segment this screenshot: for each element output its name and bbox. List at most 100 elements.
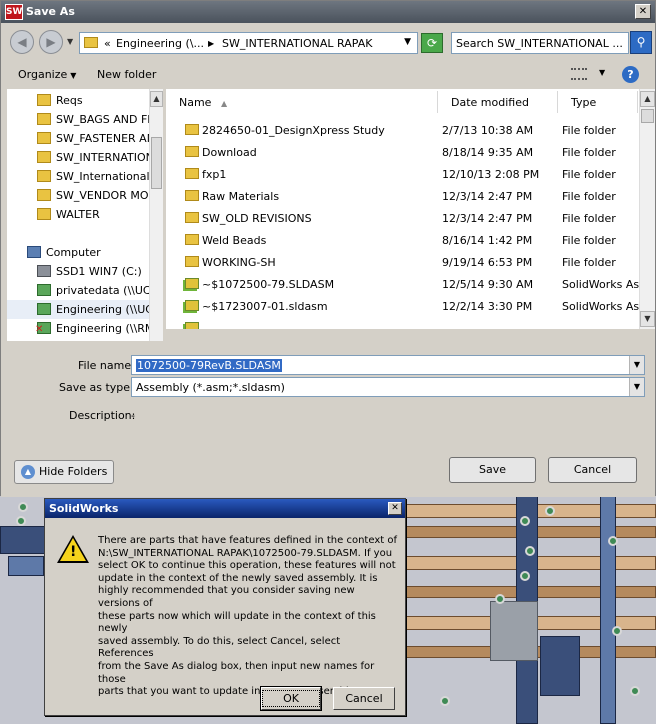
navigation-pane: Reqs SW_BAGS AND FIT SW_FASTENER AN SW_I… [7, 89, 163, 341]
navigation-bar: ◀ ▶ ▼ « Engineering (\... ▶ SW_INTERNATI… [1, 25, 655, 61]
folder-icon [185, 168, 199, 179]
chevron-down-icon[interactable]: ▼ [629, 378, 644, 396]
view-options-icon[interactable] [571, 68, 587, 80]
file-date: 12/2/14 3:30 PM [442, 300, 533, 313]
scroll-thumb[interactable] [641, 109, 654, 123]
chevron-down-icon[interactable]: ▼ [629, 356, 644, 374]
file-row[interactable]: fxp1 12/10/13 2:08 PM File folder [166, 163, 636, 185]
nav-item-reqs[interactable]: Reqs [7, 91, 149, 110]
file-row[interactable]: Weld Beads 8/16/14 1:42 PM File folder [166, 229, 636, 251]
file-name-input[interactable]: 1072500-79RevB.SLDASM ▼ [131, 355, 645, 375]
file-type: File folder [562, 190, 616, 203]
file-name: Download [202, 146, 257, 159]
scroll-up-icon[interactable]: ▲ [640, 91, 655, 107]
help-icon[interactable]: ? [622, 66, 639, 83]
scroll-up-icon[interactable]: ▲ [150, 91, 163, 107]
breadcrumb-engineering[interactable]: Engineering (\... [116, 37, 204, 50]
assembly-file-icon [185, 322, 199, 329]
nav-item-label: SW_FASTENER AN [56, 132, 149, 145]
message-cancel-button[interactable]: Cancel [333, 687, 395, 710]
file-type: File folder [562, 212, 616, 225]
close-button[interactable]: ✕ [388, 502, 402, 515]
file-name: Weld Beads [202, 234, 267, 247]
description-label: Description: [69, 409, 136, 422]
hide-folders-button[interactable]: ▲ Hide Folders [14, 460, 115, 484]
bolt [520, 571, 530, 581]
bolt [608, 536, 618, 546]
nav-item-label: Engineering (\\RMC [56, 322, 149, 335]
file-date: 8/18/14 9:35 AM [442, 146, 534, 159]
column-header-name[interactable]: Name ▲ [166, 91, 438, 113]
folder-icon [185, 146, 199, 157]
file-row[interactable]: ~$1072500-79.SLDASM 12/5/14 9:30 AM Soli… [166, 273, 652, 295]
close-button[interactable]: ✕ [635, 4, 651, 19]
message-text: There are parts that have features defin… [98, 535, 397, 698]
forward-button[interactable]: ▶ [39, 30, 63, 54]
nav-item-privatedata[interactable]: privatedata (\\UCF [7, 281, 149, 300]
file-name: 2824650-01_DesignXpress Study [202, 124, 385, 137]
save-as-type-select[interactable]: Assembly (*.asm;*.sldasm) ▼ [131, 377, 645, 397]
breadcrumb-chevron-icon[interactable]: ▶ [208, 39, 214, 48]
nav-item-sw-vendor[interactable]: SW_VENDOR MODE [7, 186, 149, 205]
folder-icon [37, 113, 51, 125]
file-row[interactable]: WORKING-SH 9/19/14 6:53 PM File folder [166, 251, 636, 273]
folder-icon [185, 190, 199, 201]
bolt [520, 516, 530, 526]
ok-button[interactable]: OK [260, 686, 322, 711]
search-input[interactable]: Search SW_INTERNATIONAL ... [451, 32, 629, 54]
folder-icon [37, 189, 51, 201]
nav-item-sw-international[interactable]: SW_INTERNATION [7, 148, 149, 167]
warning-exclamation-icon: ! [70, 544, 77, 560]
nav-item-engineering-rmc[interactable]: ✕ Engineering (\\RMC [7, 319, 149, 338]
nav-item-sw-bags[interactable]: SW_BAGS AND FIT [7, 110, 149, 129]
mounting-plate [490, 601, 538, 661]
cancel-button[interactable]: Cancel [548, 457, 637, 483]
refresh-icon[interactable]: ⟳ [421, 33, 443, 53]
address-dropdown-icon[interactable]: ▼ [404, 37, 411, 47]
scroll-down-icon[interactable]: ▼ [640, 311, 655, 327]
breadcrumb-sw-international[interactable]: SW_INTERNATIONAL RAPAK [222, 37, 372, 50]
chevron-down-icon: ▼ [70, 71, 77, 80]
file-type: File folder [562, 124, 616, 137]
command-toolbar: Organize ▼ New folder ▼ ? [1, 63, 655, 87]
scroll-thumb[interactable] [151, 137, 162, 189]
nav-item-engineering-ucf[interactable]: Engineering (\\UCF [7, 300, 149, 319]
nav-pane-scrollbar[interactable]: ▲ [149, 89, 163, 341]
frame-rail [0, 526, 50, 554]
address-bar[interactable]: « Engineering (\... ▶ SW_INTERNATIONAL R… [79, 32, 418, 54]
nav-item-sw-international-f[interactable]: SW_International F [7, 167, 149, 186]
save-button[interactable]: Save [449, 457, 536, 483]
file-list-scrollbar[interactable]: ▲ ▼ [639, 89, 655, 329]
file-row[interactable]: 2824650-01_DesignXpress Study 2/7/13 10:… [166, 119, 636, 141]
file-row[interactable]: Download 8/18/14 9:35 AM File folder [166, 141, 636, 163]
file-date: 12/5/14 9:30 AM [442, 278, 534, 291]
new-folder-button[interactable]: New folder [97, 68, 156, 81]
file-row-partial[interactable] [166, 317, 636, 329]
nav-item-label: Reqs [56, 94, 83, 107]
nav-item-label: privatedata (\\UCF [56, 284, 149, 297]
column-header-type[interactable]: Type [558, 91, 638, 113]
column-header-date-modified[interactable]: Date modified [438, 91, 558, 113]
nav-item-walter[interactable]: WALTER [7, 205, 149, 224]
file-name: fxp1 [202, 168, 227, 181]
file-row[interactable]: Raw Materials 12/3/14 2:47 PM File folde… [166, 185, 636, 207]
nav-item-sw-fastener[interactable]: SW_FASTENER AN [7, 129, 149, 148]
file-name: SW_OLD REVISIONS [202, 212, 312, 225]
view-dropdown-icon[interactable]: ▼ [599, 68, 605, 77]
history-dropdown-icon[interactable]: ▼ [67, 37, 73, 46]
search-icon[interactable]: ⚲ [630, 31, 652, 54]
back-button[interactable]: ◀ [10, 30, 34, 54]
file-row[interactable]: SW_OLD REVISIONS 12/3/14 2:47 PM File fo… [166, 207, 636, 229]
hide-folders-label: Hide Folders [39, 465, 108, 478]
file-row[interactable]: ~$1723007-01.sldasm 12/2/14 3:30 PM Soli… [166, 295, 652, 317]
nav-item-label: SW_International F [56, 170, 149, 183]
nav-item-computer[interactable]: Computer [7, 243, 149, 262]
file-list: Name ▲ Date modified Type 2824650-01_Des… [166, 89, 655, 329]
folder-icon [185, 256, 199, 267]
folder-icon [37, 132, 51, 144]
nav-item-ssd1[interactable]: SSD1 WIN7 (C:) [7, 262, 149, 281]
organize-menu[interactable]: Organize ▼ [18, 68, 76, 81]
folder-icon [84, 37, 98, 48]
file-date: 12/3/14 2:47 PM [442, 212, 533, 225]
nav-item-label: SW_INTERNATION [56, 151, 149, 164]
